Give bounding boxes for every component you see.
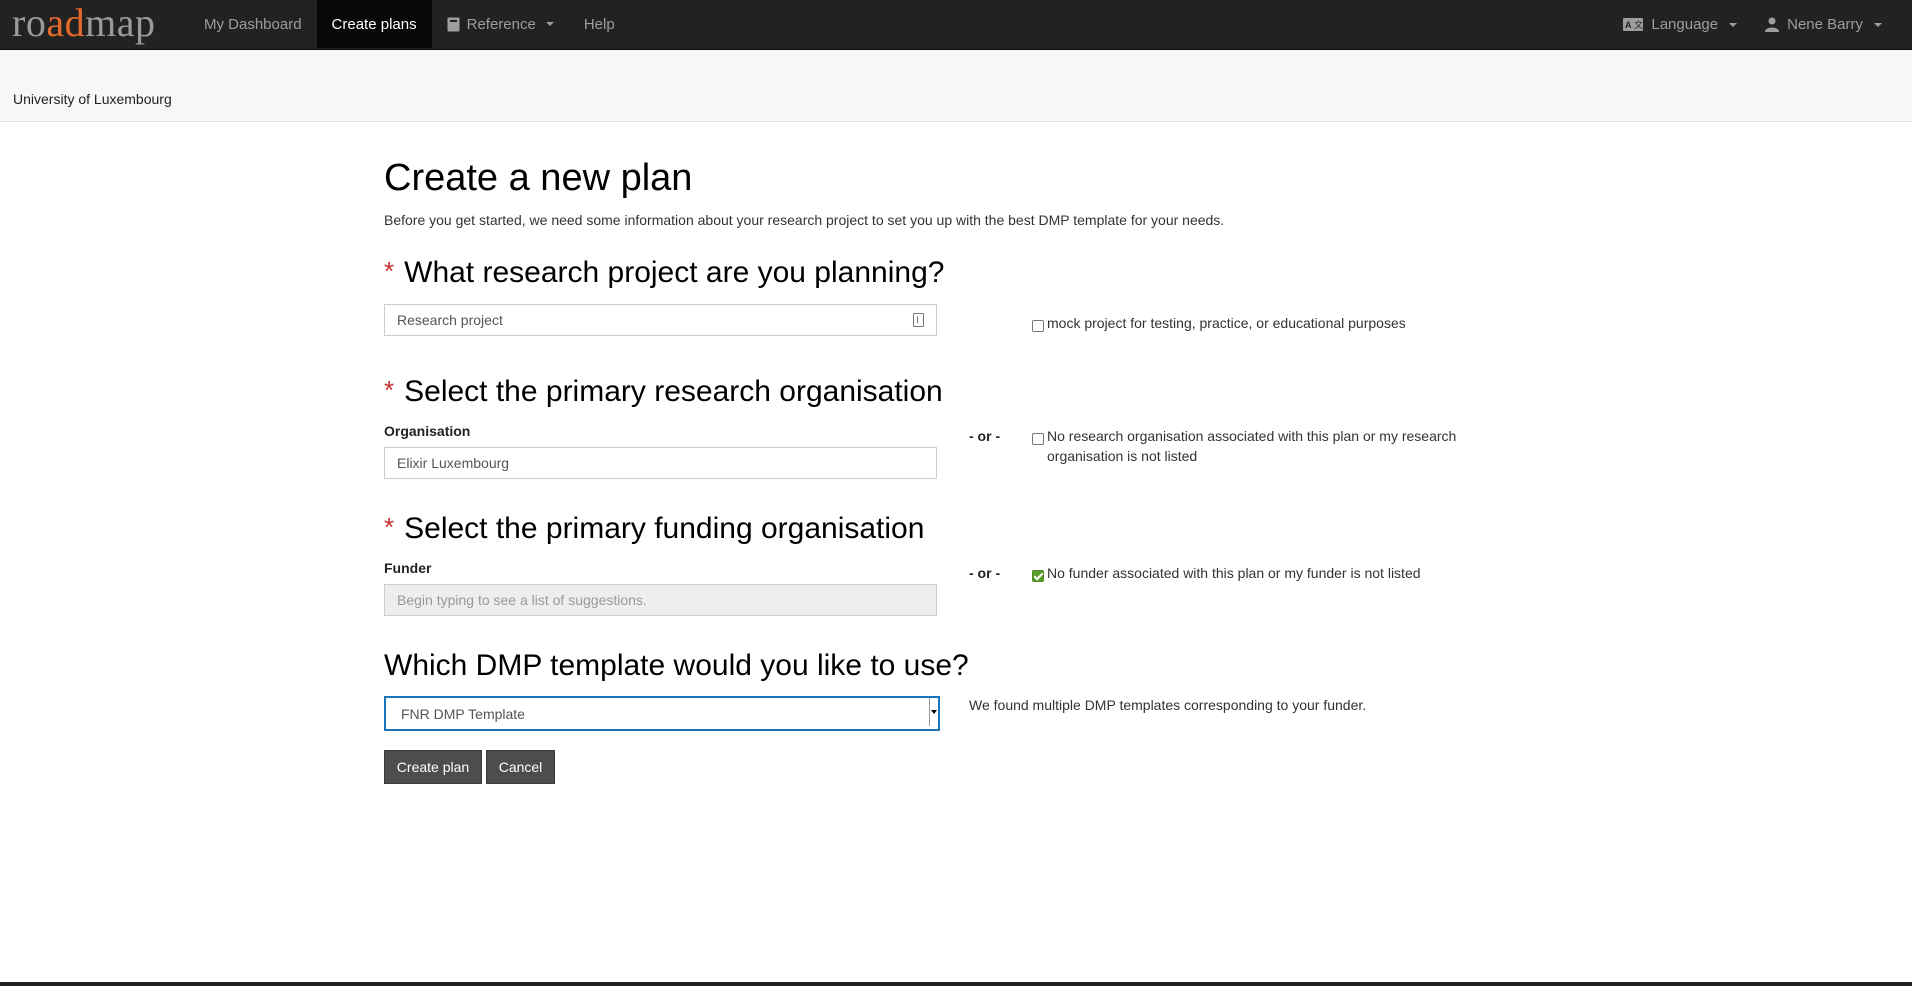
logo-text-part3: map xyxy=(85,0,156,45)
chevron-down-icon xyxy=(1874,22,1882,27)
funder-input[interactable]: Begin typing to see a list of suggestion… xyxy=(384,584,937,616)
nav-right: A文 Language Nene Barry xyxy=(1609,0,1896,49)
page-bottom-border xyxy=(0,982,1912,986)
organisation-label: Organisation xyxy=(384,423,471,439)
funder-heading: * Select the primary funding organisation xyxy=(384,512,924,546)
nav-my-dashboard-label: My Dashboard xyxy=(204,15,302,33)
project-heading: * What research project are you planning? xyxy=(384,256,944,290)
project-title-value: Research project xyxy=(397,312,503,328)
or-separator: - or - xyxy=(969,428,1001,444)
chevron-down-icon xyxy=(929,698,938,726)
mock-project-checkbox[interactable] xyxy=(1032,320,1044,332)
page-title: Create a new plan xyxy=(384,157,693,199)
organisation-input[interactable]: Elixir Luxembourg xyxy=(384,447,937,479)
no-funder-checkbox[interactable] xyxy=(1032,570,1044,582)
research-org-heading: * Select the primary research organisatio… xyxy=(384,375,943,409)
roadmap-logo[interactable]: roadmap xyxy=(12,0,155,49)
chevron-down-icon xyxy=(1729,22,1738,27)
template-heading: Which DMP template would you like to use… xyxy=(384,649,969,682)
funder-placeholder: Begin typing to see a list of suggestion… xyxy=(397,592,647,608)
chevron-down-icon xyxy=(545,22,554,26)
or-separator: - or - xyxy=(969,565,1001,581)
translate-icon: A文 xyxy=(1623,18,1644,31)
nav-help-label: Help xyxy=(583,15,615,33)
org-subheader: University of Luxembourg xyxy=(0,50,1912,122)
nav-reference-label: Reference xyxy=(466,15,536,33)
required-marker: * xyxy=(384,375,395,405)
input-info-icon xyxy=(913,313,924,327)
logo-text-part2: ad xyxy=(46,0,86,45)
required-marker: * xyxy=(384,512,395,542)
logo-text-part1: ro xyxy=(12,0,47,45)
template-note: We found multiple DMP templates correspo… xyxy=(969,697,1367,713)
nav-create-plans-label: Create plans xyxy=(331,15,417,33)
template-select[interactable]: FNR DMP Template xyxy=(384,696,940,731)
required-marker: * xyxy=(384,256,395,286)
no-funder-label: No funder associated with this plan or m… xyxy=(1047,565,1421,581)
user-name: Nene Barry xyxy=(1787,16,1863,33)
language-dropdown[interactable]: A文 Language xyxy=(1609,0,1751,49)
organisation-name: University of Luxembourg xyxy=(13,91,172,107)
no-research-org-label: No research organisation associated with… xyxy=(1047,428,1457,464)
project-heading-text: What research project are you planning? xyxy=(404,256,945,289)
mock-project-label: mock project for testing, practice, or e… xyxy=(1047,315,1406,331)
project-title-input[interactable]: Research project xyxy=(384,304,937,336)
book-icon xyxy=(447,17,460,31)
funder-heading-text: Select the primary funding organisation xyxy=(404,512,925,545)
intro-text: Before you get started, we need some inf… xyxy=(384,212,1225,228)
cancel-button[interactable]: Cancel xyxy=(486,750,555,784)
user-icon xyxy=(1765,17,1780,32)
funder-label: Funder xyxy=(384,560,432,576)
nav-create-plans[interactable]: Create plans xyxy=(316,0,432,48)
research-org-heading-text: Select the primary research organisation xyxy=(404,375,943,408)
language-label: Language xyxy=(1651,16,1719,33)
main-nav: My Dashboard Create plans Reference Help xyxy=(189,0,630,49)
create-plan-button[interactable]: Create plan xyxy=(384,750,482,784)
top-navbar: roadmap My Dashboard Create plans Refere… xyxy=(0,0,1912,50)
no-research-org-checkbox[interactable] xyxy=(1032,433,1044,445)
nav-help[interactable]: Help xyxy=(569,0,630,48)
organisation-value: Elixir Luxembourg xyxy=(397,455,510,471)
svg-text:文: 文 xyxy=(1634,19,1643,30)
user-dropdown[interactable]: Nene Barry xyxy=(1751,0,1896,49)
template-selected-value: FNR DMP Template xyxy=(401,705,525,722)
svg-text:A: A xyxy=(1625,20,1632,30)
nav-my-dashboard[interactable]: My Dashboard xyxy=(189,0,317,48)
nav-reference[interactable]: Reference xyxy=(432,0,569,48)
